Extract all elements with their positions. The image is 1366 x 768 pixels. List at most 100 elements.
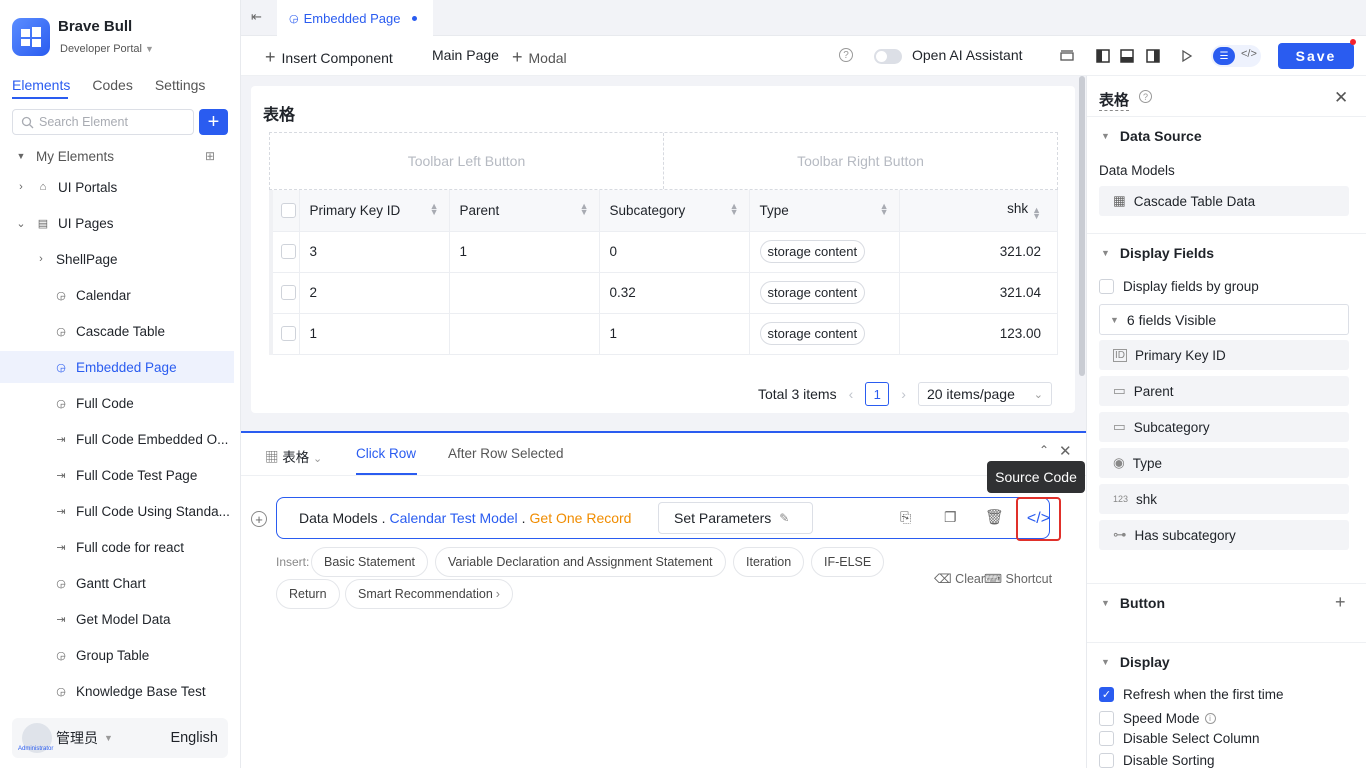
sort-icon[interactable]: ▲ ▼ [580,201,589,216]
add-button-icon[interactable]: + [1335,592,1346,613]
tree-item-cascade-table[interactable]: ◶ Cascade Table [0,315,234,347]
sort-icon[interactable]: ▲ ▼ [1032,206,1041,221]
tab-after-row-selected[interactable]: After Row Selected [448,446,564,461]
row-checkbox[interactable] [281,285,296,301]
add-statement-icon[interactable]: + [251,511,267,527]
col-type[interactable]: Type ▲ ▼ [749,190,900,232]
table-component[interactable]: 表格 Toolbar Left Button Toolbar Right But… [251,86,1075,413]
canvas-scrollbar[interactable] [1079,76,1085,376]
tab-codes[interactable]: Codes [92,77,132,93]
tree-item-get-model-data[interactable]: ⇥ Get Model Data [0,603,234,635]
section-display-fields[interactable]: ▼ Display Fields [1101,245,1214,261]
row-select-cell[interactable] [269,231,300,273]
field-subcategory[interactable]: ▭ Subcategory [1099,412,1349,442]
chip-iteration[interactable]: Iteration [733,547,805,577]
field-has-subcategory[interactable]: ⊶ Has subcategory [1099,520,1349,550]
delete-icon[interactable]: 🗑 [985,508,1004,526]
select-all-checkbox[interactable] [281,203,296,219]
code-mode-icon[interactable]: </> [1241,48,1257,60]
field-shk[interactable]: 123 shk [1099,484,1349,514]
portal-selector[interactable]: Developer Portal ▼ [60,43,154,55]
right-panel-icon[interactable] [1145,48,1161,64]
stmt-part-model[interactable]: Calendar Test Model [389,510,517,526]
row-select-cell[interactable] [269,313,300,355]
checkbox[interactable] [1099,753,1114,768]
field-type[interactable]: ◉ Type [1099,448,1349,478]
help-icon[interactable]: ? [1139,90,1152,103]
search-input[interactable]: Search Element [12,109,194,135]
tab-click-row[interactable]: Click Row [356,446,416,461]
page-size-select[interactable]: 20 items/page ⌄ [917,382,1052,406]
toolbar-right-button[interactable]: Toolbar Right Button [664,133,1057,189]
section-data-source[interactable]: ▼ Data Source [1101,128,1202,144]
refresh-first-option[interactable]: ✓ Refresh when the first time [1099,687,1284,702]
source-code-button[interactable]: </> [1016,497,1061,541]
tree-item-ui-pages[interactable]: ⌄ ▤ UI Pages [0,207,234,239]
modal-button[interactable]: + Modal [512,47,567,68]
tree-item-calendar[interactable]: ◶ Calendar [0,279,234,311]
row-checkbox[interactable] [281,326,296,342]
checkbox[interactable] [1099,731,1114,746]
tree-item-full-code-test[interactable]: ⇥ Full Code Test Page [0,459,234,491]
prev-page-icon[interactable]: ‹ [849,386,854,402]
stmt-part-models[interactable]: Data Models [299,510,378,526]
tree-item-knowledge-base[interactable]: ◶ Knowledge Base Test [0,675,234,707]
section-button[interactable]: ▼ Button [1101,595,1165,611]
field-parent[interactable]: ▭ Parent [1099,376,1349,406]
collapse-sidebar-icon[interactable]: ⇤ [251,9,262,25]
clear-button[interactable]: ⌫ Clear [934,571,985,586]
chip-smart-recommendation[interactable]: Smart Recommendation › [345,579,513,609]
tree-root[interactable]: ▼ My Elements ⊞ [0,140,234,172]
col-primary-key[interactable]: Primary Key ID ▲ ▼ [299,190,450,232]
set-parameters-button[interactable]: Set Parameters ✎ [658,502,813,534]
select-all-cell[interactable] [269,190,300,232]
language-selector[interactable]: English [170,730,218,746]
tree-item-full-code-standard[interactable]: ⇥ Full Code Using Standa... [0,495,234,527]
tree-item-full-code[interactable]: ◶ Full Code [0,387,234,419]
user-name[interactable]: 管理员 [56,728,98,748]
close-icon[interactable]: ✕ [1334,88,1348,108]
speed-mode-option[interactable]: Speed Mode i [1099,711,1216,726]
tree-item-embedded-page[interactable]: ◶ Embedded Page [0,351,234,383]
main-page-button[interactable]: Main Page [432,47,499,63]
chip-basic-statement[interactable]: Basic Statement [311,547,429,577]
chip-variable-declaration[interactable]: Variable Declaration and Assignment Stat… [435,547,726,577]
help-icon[interactable]: ? [839,48,853,62]
data-model-field[interactable]: ▦ Cascade Table Data [1099,186,1349,216]
table-row[interactable]: 2 0.32 storage content 321.04 [269,272,1058,314]
disable-select-option[interactable]: Disable Select Column [1099,731,1260,746]
disable-sorting-option[interactable]: Disable Sorting [1099,753,1215,768]
shortcut-button[interactable]: ⌨ Shortcut [984,571,1052,586]
section-display[interactable]: ▼ Display [1101,654,1170,670]
sort-icon[interactable]: ▲ ▼ [730,201,739,216]
col-parent[interactable]: Parent ▲ ▼ [449,190,600,232]
add-element-button[interactable]: + [199,109,228,135]
row-checkbox[interactable] [281,244,296,260]
tree-item-group-table[interactable]: ◶ Group Table [0,639,234,671]
field-primary-key[interactable]: ID Primary Key ID [1099,340,1349,370]
visible-fields-dropdown[interactable]: ▼ 6 fields Visible [1099,304,1349,335]
insert-component-button[interactable]: + Insert Component [265,47,393,68]
col-subcategory[interactable]: Subcategory ▲ ▼ [599,190,750,232]
design-mode-icon[interactable]: ☰ [1213,47,1235,65]
tab-settings[interactable]: Settings [155,77,206,93]
sort-icon[interactable]: ▲ ▼ [430,201,439,216]
stmt-part-method[interactable]: Get One Record [530,510,632,526]
copy-icon[interactable]: ❐ [944,509,957,526]
tree-item-full-code-embedded[interactable]: ⇥ Full Code Embedded O... [0,423,234,455]
chip-if-else[interactable]: IF-ELSE [811,547,885,577]
tree-item-gantt-chart[interactable]: ◶ Gantt Chart [0,567,234,599]
chip-return[interactable]: Return [276,579,340,609]
next-page-icon[interactable]: › [901,386,906,402]
checkbox-checked[interactable]: ✓ [1099,687,1114,702]
ai-toggle[interactable] [874,49,902,64]
tree-item-ui-portals[interactable]: › ⌂ UI Portals [0,171,234,203]
view-mode-switch[interactable]: ☰ </> [1211,45,1261,67]
display-by-group-option[interactable]: Display fields by group [1099,279,1259,294]
action-statement[interactable]: Data Models . Calendar Test Model . Get … [276,497,1050,539]
layout-icon[interactable] [1059,48,1075,64]
collapse-panel-icon[interactable]: ⌃ [1039,443,1049,457]
row-select-cell[interactable] [269,272,300,314]
collapse-icon[interactable]: ⊞ [205,149,215,163]
component-selector[interactable]: ▦ 表格 ⌄ [265,446,322,466]
